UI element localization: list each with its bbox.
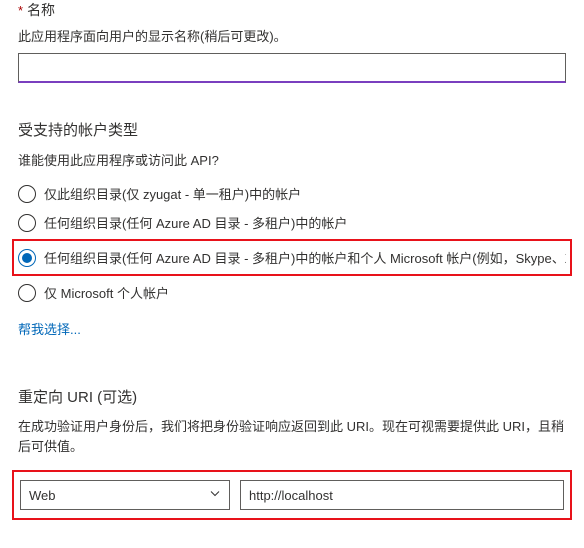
radio-label: 任何组织目录(任何 Azure AD 目录 - 多租户)中的帐户 (44, 213, 347, 232)
radio-option-single-tenant[interactable]: 仅此组织目录(仅 zyugat - 单一租户)中的帐户 (18, 179, 566, 208)
redirect-uri-input[interactable] (240, 480, 564, 510)
name-label: 名称 (27, 2, 55, 18)
radio-option-personal-only[interactable]: 仅 Microsoft 个人帐户 (18, 278, 566, 307)
redirect-uri-row: Web (12, 470, 572, 520)
radio-icon (18, 249, 36, 267)
help-choose-link[interactable]: 帮我选择... (18, 319, 81, 338)
account-types-title: 受支持的帐户类型 (18, 119, 566, 140)
account-types-section: 受支持的帐户类型 谁能使用此应用程序或访问此 API? 仅此组织目录(仅 zyu… (18, 119, 566, 338)
radio-label: 仅 Microsoft 个人帐户 (44, 283, 169, 302)
name-input[interactable] (18, 53, 566, 83)
radio-icon (18, 214, 36, 232)
redirect-uri-section: 重定向 URI (可选) 在成功验证用户身份后，我们将把身份验证响应返回到此 U… (18, 386, 566, 520)
radio-icon (18, 185, 36, 203)
highlighted-option-box: 任何组织目录(任何 Azure AD 目录 - 多租户)中的帐户和个人 Micr… (12, 239, 572, 276)
radio-label: 仅此组织目录(仅 zyugat - 单一租户)中的帐户 (44, 184, 301, 203)
redirect-uri-title: 重定向 URI (可选) (18, 386, 566, 407)
name-label-row: * 名称 (18, 0, 566, 20)
radio-option-multi-tenant[interactable]: 任何组织目录(任何 Azure AD 目录 - 多租户)中的帐户 (18, 208, 566, 237)
radio-icon (18, 284, 36, 302)
required-indicator: * (18, 3, 23, 18)
platform-select[interactable]: Web (20, 480, 230, 510)
chevron-down-icon (209, 488, 221, 503)
name-hint: 此应用程序面向用户的显示名称(稍后可更改)。 (18, 26, 566, 45)
name-section: * 名称 此应用程序面向用户的显示名称(稍后可更改)。 (18, 0, 566, 83)
platform-select-value: Web (29, 488, 56, 503)
redirect-uri-hint: 在成功验证用户身份后，我们将把身份验证响应返回到此 URI。现在可视需要提供此 … (18, 417, 566, 456)
radio-label: 任何组织目录(任何 Azure AD 目录 - 多租户)中的帐户和个人 Micr… (44, 248, 566, 267)
account-types-radio-group: 仅此组织目录(仅 zyugat - 单一租户)中的帐户 任何组织目录(任何 Az… (18, 179, 566, 307)
radio-option-multi-tenant-personal[interactable]: 任何组织目录(任何 Azure AD 目录 - 多租户)中的帐户和个人 Micr… (18, 243, 566, 272)
account-types-hint: 谁能使用此应用程序或访问此 API? (18, 150, 566, 169)
